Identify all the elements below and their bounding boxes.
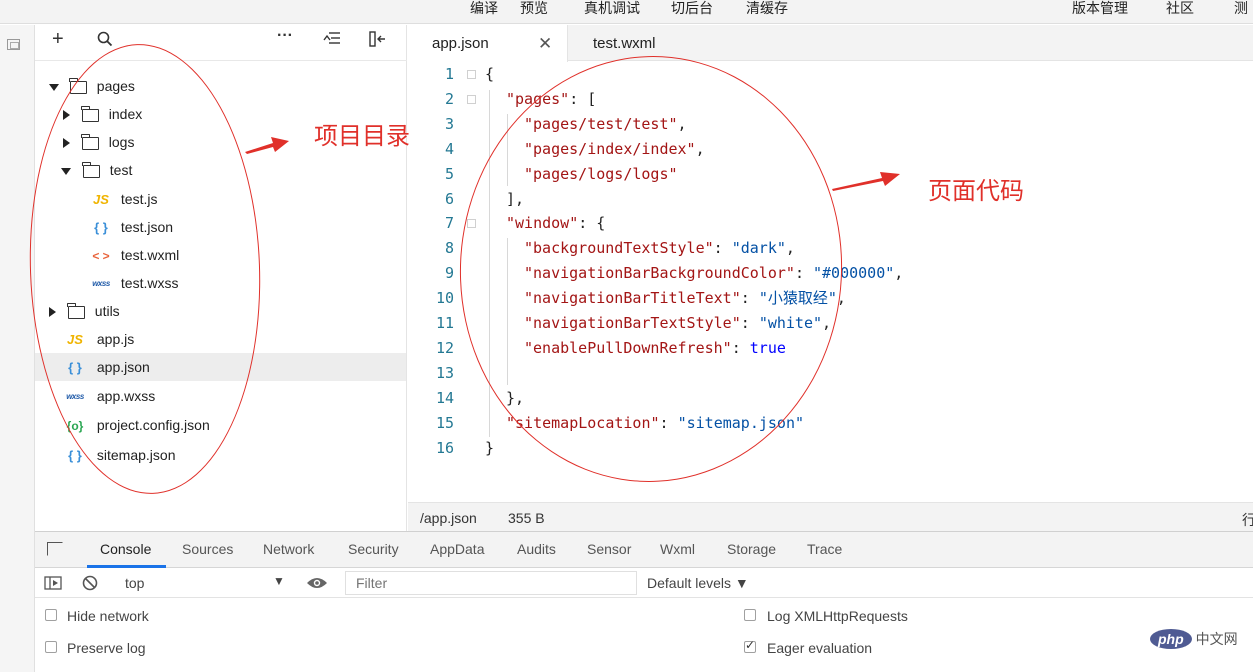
punct: , (894, 264, 904, 283)
console-toolbar: top ▼ Default levels ▼ (35, 568, 1253, 598)
line-number: 2 (444, 89, 454, 108)
annotation-arrow-icon (832, 172, 900, 191)
line-number: 12 (435, 338, 454, 357)
line-number: 8 (444, 239, 454, 258)
line-number: 11 (435, 314, 454, 332)
line-number: 10 (435, 289, 454, 308)
tab-sources[interactable]: Sources (182, 541, 233, 557)
status-line-info[interactable]: 行 (1242, 510, 1253, 530)
log-xhr-label: Log XMLHttpRequests (767, 608, 908, 624)
eye-icon[interactable] (306, 576, 328, 590)
status-file-size: 355 B (508, 510, 545, 526)
eager-evaluation-checkbox[interactable] (744, 638, 756, 653)
line-number: 15 (435, 413, 454, 432)
line-number: 14 (435, 388, 454, 407)
annotation-arrow-icon (245, 137, 289, 154)
php-watermark: php 中文网 (1150, 626, 1238, 652)
log-xhr-checkbox[interactable] (744, 609, 756, 621)
line-number: 1 (444, 65, 454, 83)
line-number: 6 (444, 189, 454, 208)
search-icon[interactable] (97, 31, 113, 52)
tab-wxml[interactable]: Wxml (660, 541, 695, 557)
tab-audits[interactable]: Audits (517, 541, 556, 557)
fold-marker-icon[interactable] (467, 70, 476, 79)
compile-button[interactable]: 编译 (470, 0, 498, 16)
clear-console-icon[interactable] (82, 575, 98, 591)
annotation-label-page-code: 页面代码 (928, 177, 1024, 205)
context-selector[interactable]: top (125, 575, 144, 591)
fold-marker-icon[interactable] (467, 95, 476, 104)
line-number: 7 (444, 214, 454, 233)
version-management-button[interactable]: 版本管理 (1072, 0, 1128, 16)
editor-tabs: app.json ✕ test.wxml (408, 25, 1253, 62)
explorer-toolbar: + ··· (35, 25, 407, 61)
php-logo: php (1150, 629, 1192, 649)
tab-network[interactable]: Network (263, 541, 314, 557)
line-number: 13 (435, 363, 454, 382)
top-toolbar: 编译 预览 真机调试 切后台 清缓存 版本管理 社区 测 (0, 0, 1253, 24)
brace: { (485, 65, 495, 83)
tab-label: test.wxml (593, 35, 656, 52)
tab-security[interactable]: Security (348, 541, 399, 557)
clear-cache-button[interactable]: 清缓存 (746, 0, 788, 16)
devtools-tabs: Console Sources Network Security AppData… (35, 532, 1253, 568)
expand-arrow-icon[interactable] (49, 83, 59, 91)
real-device-debug-button[interactable]: 真机调试 (584, 0, 640, 16)
chevron-down-icon[interactable]: ▼ (273, 574, 285, 588)
hide-network-label: Hide network (67, 608, 149, 624)
switch-background-button[interactable]: 切后台 (671, 0, 713, 16)
tab-sensor[interactable]: Sensor (587, 541, 631, 557)
watermark-suffix: 中文网 (1195, 631, 1238, 647)
line-number: 16 (435, 438, 454, 457)
line-number: 5 (444, 164, 454, 183)
simulator-toggle-icon[interactable] (7, 39, 20, 50)
annotation-label-project-dir: 项目目录 (314, 122, 410, 150)
collapse-icon[interactable] (323, 31, 341, 50)
tab-label: app.json (432, 35, 489, 52)
add-icon[interactable]: + (52, 28, 64, 51)
console-filter-input[interactable] (345, 571, 637, 595)
brace: } (485, 438, 495, 457)
tab-appdata[interactable]: AppData (430, 541, 484, 557)
test-button[interactable]: 测 (1234, 0, 1248, 16)
hide-network-checkbox[interactable] (45, 609, 57, 621)
status-file-path: /app.json (420, 510, 477, 526)
split-editor-icon[interactable] (369, 31, 387, 52)
activity-strip (0, 25, 35, 672)
tab-console[interactable]: Console (100, 541, 151, 557)
eager-evaluation-label: Eager evaluation (767, 640, 873, 656)
community-button[interactable]: 社区 (1166, 0, 1194, 16)
log-levels-dropdown[interactable]: Default levels ▼ (647, 575, 749, 591)
line-number: 3 (444, 114, 454, 133)
preserve-log-checkbox[interactable] (45, 641, 57, 653)
devtools-panel: Console Sources Network Security AppData… (35, 531, 1253, 672)
sidebar-toggle-icon[interactable] (44, 576, 62, 590)
preserve-log-label: Preserve log (67, 640, 146, 656)
tab-trace[interactable]: Trace (807, 541, 842, 557)
preview-button[interactable]: 预览 (520, 0, 548, 16)
tab-app-json[interactable]: app.json ✕ (408, 25, 568, 62)
line-number: 4 (444, 139, 454, 158)
inspect-element-icon[interactable] (47, 542, 63, 556)
close-icon[interactable]: ✕ (538, 25, 552, 63)
code-line: } (485, 436, 494, 461)
more-icon[interactable]: ··· (277, 27, 293, 45)
tab-storage[interactable]: Storage (727, 541, 776, 557)
editor-status-bar: /app.json 355 B 行 (408, 502, 1253, 531)
line-number: 9 (444, 264, 454, 283)
code-line: { (485, 62, 494, 87)
